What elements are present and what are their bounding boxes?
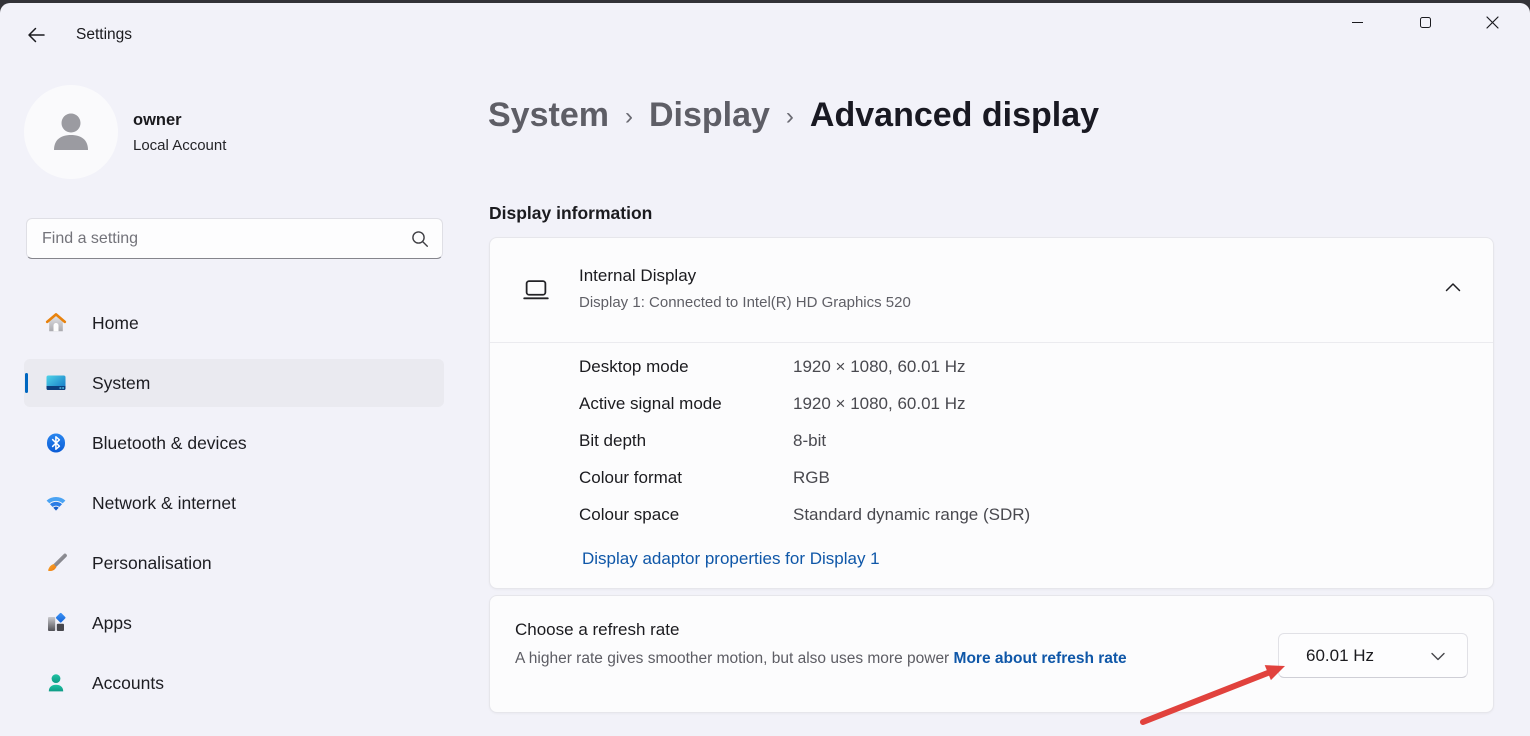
selected-indicator	[25, 373, 28, 393]
bluetooth-icon	[44, 431, 68, 455]
sidebar-item-label: Home	[92, 313, 139, 334]
user-account-type: Local Account	[133, 137, 226, 154]
titlebar: Settings	[0, 3, 1530, 51]
refresh-rate-value: 60.01 Hz	[1306, 646, 1374, 666]
minimize-icon	[1352, 22, 1363, 23]
chevron-down-icon	[1429, 650, 1447, 663]
system-icon	[44, 371, 68, 395]
sidebar-item-label: Apps	[92, 613, 132, 634]
breadcrumb-system[interactable]: System	[488, 96, 609, 135]
refresh-rate-dropdown[interactable]: 60.01 Hz	[1278, 633, 1468, 678]
close-button[interactable]	[1469, 5, 1515, 39]
app-title: Settings	[76, 26, 132, 44]
network-icon	[44, 491, 68, 515]
sidebar-item-label: Network & internet	[92, 493, 236, 514]
user-account-card[interactable]: owner Local Account	[24, 85, 324, 181]
display-info-expander-header[interactable]: Internal Display Display 1: Connected to…	[490, 238, 1493, 342]
sidebar-item-personalisation[interactable]: Personalisation	[24, 539, 444, 587]
detail-row: Colour space Standard dynamic range (SDR…	[579, 505, 1030, 542]
sidebar-item-apps[interactable]: Apps	[24, 599, 444, 647]
close-icon	[1486, 16, 1499, 29]
search-box	[26, 218, 443, 259]
detail-row: Desktop mode 1920 × 1080, 60.01 Hz	[579, 357, 1030, 394]
sidebar-item-label: System	[92, 373, 150, 394]
person-icon	[45, 106, 97, 158]
sidebar-item-system[interactable]: System	[24, 359, 444, 407]
refresh-rate-title: Choose a refresh rate	[515, 620, 679, 640]
monitor-icon	[521, 277, 551, 305]
breadcrumb-separator: ›	[786, 99, 794, 131]
personalisation-icon	[44, 551, 68, 575]
chevron-up-icon[interactable]	[1443, 280, 1463, 294]
breadcrumb: System › Display › Advanced display	[488, 92, 1099, 138]
maximize-button[interactable]	[1402, 5, 1448, 39]
back-button[interactable]	[20, 19, 52, 51]
sidebar-nav: Home System Bluetooth & device	[24, 299, 444, 719]
refresh-rate-description-text: A higher rate gives smoother motion, but…	[515, 650, 949, 667]
sidebar-item-accounts[interactable]: Accounts	[24, 659, 444, 707]
maximize-icon	[1420, 17, 1431, 28]
sidebar-item-bluetooth-devices[interactable]: Bluetooth & devices	[24, 419, 444, 467]
search-input[interactable]	[27, 219, 442, 258]
display-info-card: Internal Display Display 1: Connected to…	[489, 237, 1494, 589]
card-divider	[490, 342, 1493, 343]
apps-icon	[44, 611, 68, 635]
user-name: owner	[133, 111, 182, 130]
breadcrumb-display[interactable]: Display	[649, 96, 770, 135]
sidebar-item-label: Bluetooth & devices	[92, 433, 247, 454]
display-details: Desktop mode 1920 × 1080, 60.01 Hz Activ…	[579, 357, 1030, 542]
detail-row: Bit depth 8-bit	[579, 431, 1030, 468]
back-arrow-icon	[26, 25, 46, 45]
refresh-rate-description: A higher rate gives smoother motion, but…	[515, 647, 1140, 670]
sidebar-item-network-internet[interactable]: Network & internet	[24, 479, 444, 527]
minimize-button[interactable]	[1334, 5, 1380, 39]
page-title: Advanced display	[810, 96, 1099, 135]
accounts-icon	[44, 671, 68, 695]
sidebar-item-label: Accounts	[92, 673, 164, 694]
display-card-title: Internal Display	[579, 266, 696, 286]
display-card-subtitle: Display 1: Connected to Intel(R) HD Grap…	[579, 294, 911, 311]
display-adaptor-properties-link[interactable]: Display adaptor properties for Display 1	[582, 549, 880, 569]
section-title: Display information	[489, 203, 652, 224]
home-icon	[44, 311, 68, 335]
refresh-rate-card: Choose a refresh rate A higher rate give…	[489, 595, 1494, 713]
more-about-refresh-rate-link[interactable]: More about refresh rate	[954, 650, 1127, 667]
detail-row: Active signal mode 1920 × 1080, 60.01 Hz	[579, 394, 1030, 431]
breadcrumb-separator: ›	[625, 99, 633, 131]
settings-window: Settings owner Local Account	[0, 3, 1530, 736]
sidebar-item-home[interactable]: Home	[24, 299, 444, 347]
search-icon	[411, 230, 429, 248]
detail-row: Colour format RGB	[579, 468, 1030, 505]
sidebar-item-label: Personalisation	[92, 553, 212, 574]
avatar	[24, 85, 118, 179]
